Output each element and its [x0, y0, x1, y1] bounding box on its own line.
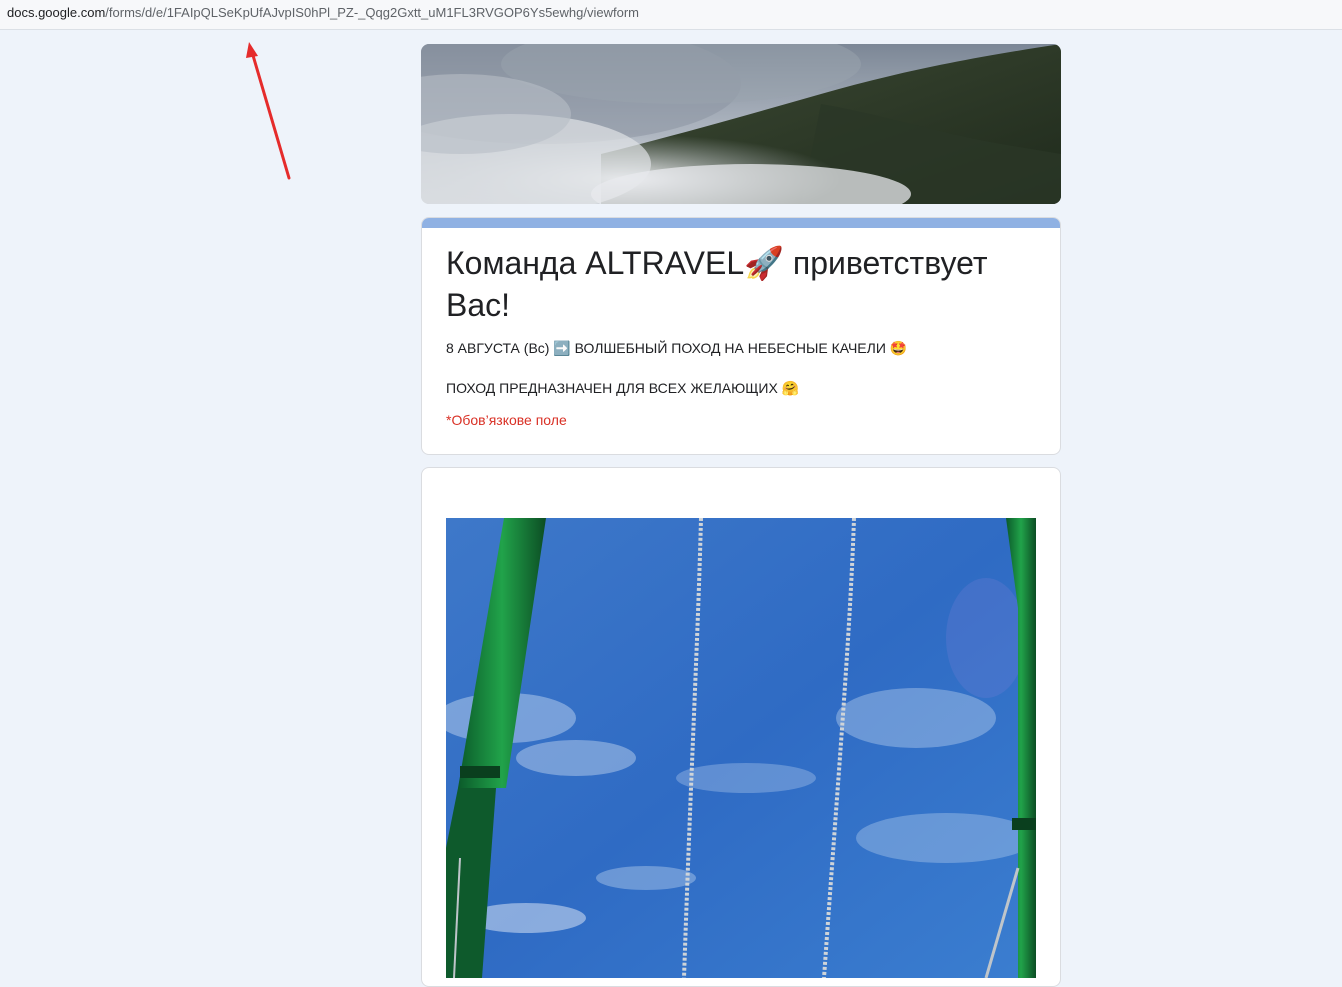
form-title: Команда ALTRAVEL🚀 приветствует Вас!	[446, 245, 988, 323]
title-card-accent-bar	[422, 218, 1060, 228]
form-image-card	[421, 467, 1061, 987]
url-path: /forms/d/e/1FAIpQLSeKpUfAJvpIS0hPl_PZ-_Q…	[105, 5, 640, 20]
form-header-image	[421, 44, 1061, 204]
url-host: docs.google.com	[7, 5, 106, 20]
url-text[interactable]: docs.google.com/forms/d/e/1FAIpQLSeKpUfA…	[7, 5, 639, 21]
annotation-arrow-icon	[246, 42, 291, 180]
required-field-note: *Обов’язкове поле	[446, 412, 567, 428]
form-title-card: Команда ALTRAVEL🚀 приветствует Вас! 8 АВ…	[421, 217, 1061, 455]
form-description-line-2: ПОХОД ПРЕДНАЗНАЧЕН ДЛЯ ВСЕХ ЖЕЛАЮЩИХ 🤗	[446, 380, 800, 396]
address-bar[interactable]: docs.google.com/forms/d/e/1FAIpQLSeKpUfA…	[0, 0, 1342, 30]
swing-photo	[446, 518, 1036, 978]
form-description-line-1: 8 АВГУСТА (Вс) ➡️ ВОЛШЕБНЫЙ ПОХОД НА НЕБ…	[446, 340, 908, 356]
